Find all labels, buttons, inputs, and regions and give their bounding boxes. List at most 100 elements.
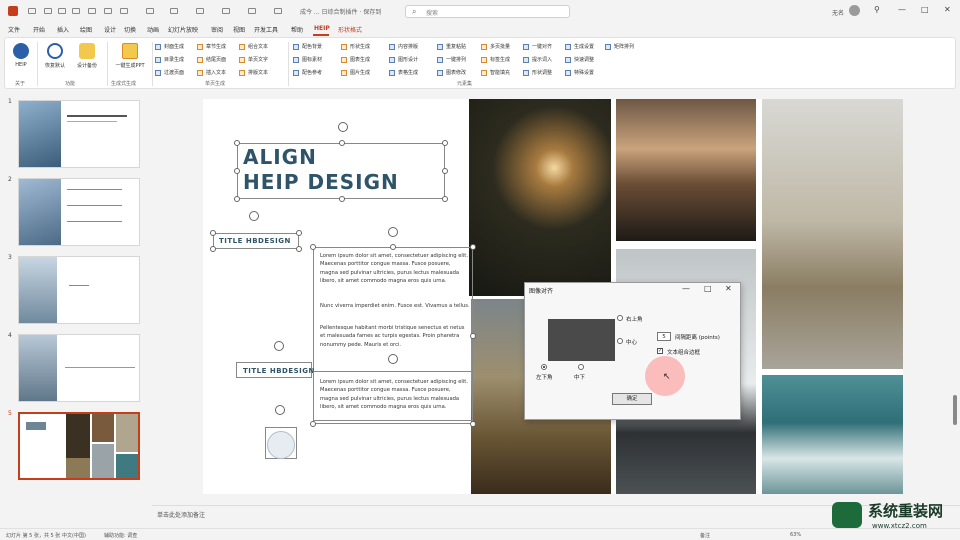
undo-icon[interactable]: [58, 8, 66, 14]
slide-thumbnail[interactable]: [18, 178, 140, 246]
radio-bottom-left[interactable]: [541, 364, 547, 370]
quick-access-icon[interactable]: [274, 8, 282, 14]
photo-hiking-woman[interactable]: [762, 99, 903, 369]
save-icon[interactable]: [44, 8, 52, 14]
resize-handle[interactable]: [339, 140, 345, 146]
dialog-close-button[interactable]: ✕: [725, 284, 732, 293]
photo-surfer[interactable]: [762, 375, 903, 494]
accessibility-status[interactable]: 辅助功能: 调查: [104, 532, 137, 539]
resize-handle[interactable]: [310, 244, 316, 250]
resize-handle[interactable]: [310, 421, 316, 427]
heip-button[interactable]: HEIP: [7, 41, 35, 79]
resize-handle[interactable]: [339, 196, 345, 202]
body-paragraph-4[interactable]: Lorem ipsum dolor sit amet, consectetuer…: [320, 378, 470, 411]
menu-help[interactable]: 帮助: [291, 25, 303, 34]
ribbon-item[interactable]: 插入文本: [197, 69, 226, 79]
dialog-minimize-button[interactable]: —: [682, 284, 690, 293]
photo-sparkler-woman[interactable]: [469, 99, 611, 296]
ribbon-item[interactable]: 形状调整: [523, 69, 552, 79]
generate-ppt-button[interactable]: 一键生成PPT: [112, 41, 148, 79]
text-border-checkbox[interactable]: ✓: [657, 348, 663, 354]
menu-home[interactable]: 开始: [33, 25, 45, 34]
resize-handle[interactable]: [210, 230, 216, 236]
menu-view[interactable]: 视图: [233, 25, 245, 34]
ribbon-item[interactable]: 矩阵排列: [605, 43, 634, 53]
resize-handle[interactable]: [234, 140, 240, 146]
dialog-maximize-button[interactable]: □: [704, 284, 712, 293]
subtitle-1[interactable]: TITLE HBDESIGN: [219, 237, 291, 245]
slide-thumbnail[interactable]: [18, 334, 140, 402]
resize-handle[interactable]: [470, 333, 476, 339]
body-paragraph-3[interactable]: Pellentesque habitant morbi tristique se…: [320, 324, 470, 349]
reset-button[interactable]: 恢复默认: [41, 41, 69, 79]
ribbon-item[interactable]: 一键排列: [437, 56, 466, 66]
body-paragraph-1[interactable]: Lorem ipsum dolor sit amet, consectetuer…: [320, 252, 470, 285]
quick-access-icon[interactable]: [248, 8, 256, 14]
spacing-input[interactable]: 5: [657, 332, 671, 341]
menu-heip[interactable]: HEIP: [314, 25, 330, 32]
quick-access-icon[interactable]: [222, 8, 230, 14]
quick-access-icon[interactable]: [170, 8, 178, 14]
zoom-level[interactable]: 63%: [790, 532, 801, 538]
ribbon-item[interactable]: 重复粘贴: [437, 43, 466, 53]
slide-thumbnail[interactable]: [18, 100, 140, 168]
quick-access-icon[interactable]: [196, 8, 204, 14]
resize-handle[interactable]: [442, 168, 448, 174]
resize-handle[interactable]: [234, 168, 240, 174]
menu-shape-format[interactable]: 形状格式: [338, 25, 362, 34]
ribbon-item[interactable]: 图表生成: [341, 56, 370, 66]
resize-handle[interactable]: [296, 246, 302, 252]
menu-transitions[interactable]: 切换: [124, 25, 136, 34]
radio-bottom-center[interactable]: [578, 364, 584, 370]
menu-developer[interactable]: 开发工具: [254, 25, 278, 34]
menu-design[interactable]: 设计: [104, 25, 116, 34]
slide-thumbnail[interactable]: [18, 256, 140, 324]
menu-review[interactable]: 审阅: [211, 25, 223, 34]
rotate-handle-icon[interactable]: [275, 405, 285, 415]
quick-access-icon[interactable]: [120, 8, 128, 14]
ribbon-item[interactable]: 多页批量: [481, 43, 510, 53]
ribbon-item[interactable]: 章节生成: [197, 43, 226, 53]
notes-button[interactable]: 备注: [700, 532, 710, 539]
rotate-handle-icon[interactable]: [388, 227, 398, 237]
resize-handle[interactable]: [234, 196, 240, 202]
resize-handle[interactable]: [470, 421, 476, 427]
maximize-button[interactable]: □: [921, 5, 929, 14]
rotate-handle-icon[interactable]: [249, 211, 259, 221]
resize-handle[interactable]: [442, 196, 448, 202]
ribbon-item[interactable]: 特殊设置: [565, 69, 594, 79]
help-icon[interactable]: ⚲: [874, 5, 880, 14]
vertical-scrollbar[interactable]: [953, 395, 957, 425]
ribbon-item[interactable]: 一键对齐: [523, 43, 552, 53]
rotate-handle-icon[interactable]: [274, 341, 284, 351]
quick-access-icon[interactable]: [88, 8, 96, 14]
resize-handle[interactable]: [470, 244, 476, 250]
radio-top-right[interactable]: [617, 315, 623, 321]
menu-insert[interactable]: 插入: [57, 25, 69, 34]
language[interactable]: 中文(中国): [62, 532, 86, 539]
ribbon-item[interactable]: 目录生成: [155, 56, 184, 66]
ok-button[interactable]: 确定: [612, 393, 652, 405]
ribbon-item[interactable]: 图形设计: [389, 56, 418, 66]
resize-handle[interactable]: [442, 140, 448, 146]
menu-animations[interactable]: 动画: [147, 25, 159, 34]
ribbon-item[interactable]: 图片生成: [341, 69, 370, 79]
ribbon-item[interactable]: 过渡页面: [155, 69, 184, 79]
rotate-handle-icon[interactable]: [388, 354, 398, 364]
resize-handle[interactable]: [210, 246, 216, 252]
slide-thumbnail-selected[interactable]: [18, 412, 140, 480]
ribbon-item[interactable]: 结尾页面: [197, 56, 226, 66]
subtitle-2[interactable]: TITLE HBDESIGN: [243, 367, 315, 375]
ribbon-item[interactable]: 图标素材: [293, 56, 322, 66]
ribbon-item[interactable]: 配色参考: [293, 69, 322, 79]
menu-file[interactable]: 文件: [8, 25, 20, 34]
photo-sunset-man[interactable]: [616, 99, 756, 241]
quick-access-icon[interactable]: [146, 8, 154, 14]
search-box[interactable]: ⌕ 搜索: [405, 5, 570, 18]
ribbon-item[interactable]: 内容排版: [389, 43, 418, 53]
menu-slideshow[interactable]: 幻灯片放映: [168, 25, 198, 34]
ribbon-item[interactable]: 排版文本: [239, 69, 268, 79]
resize-handle[interactable]: [390, 244, 396, 250]
radio-center[interactable]: [617, 338, 623, 344]
backup-button[interactable]: 设计备份: [73, 41, 101, 79]
